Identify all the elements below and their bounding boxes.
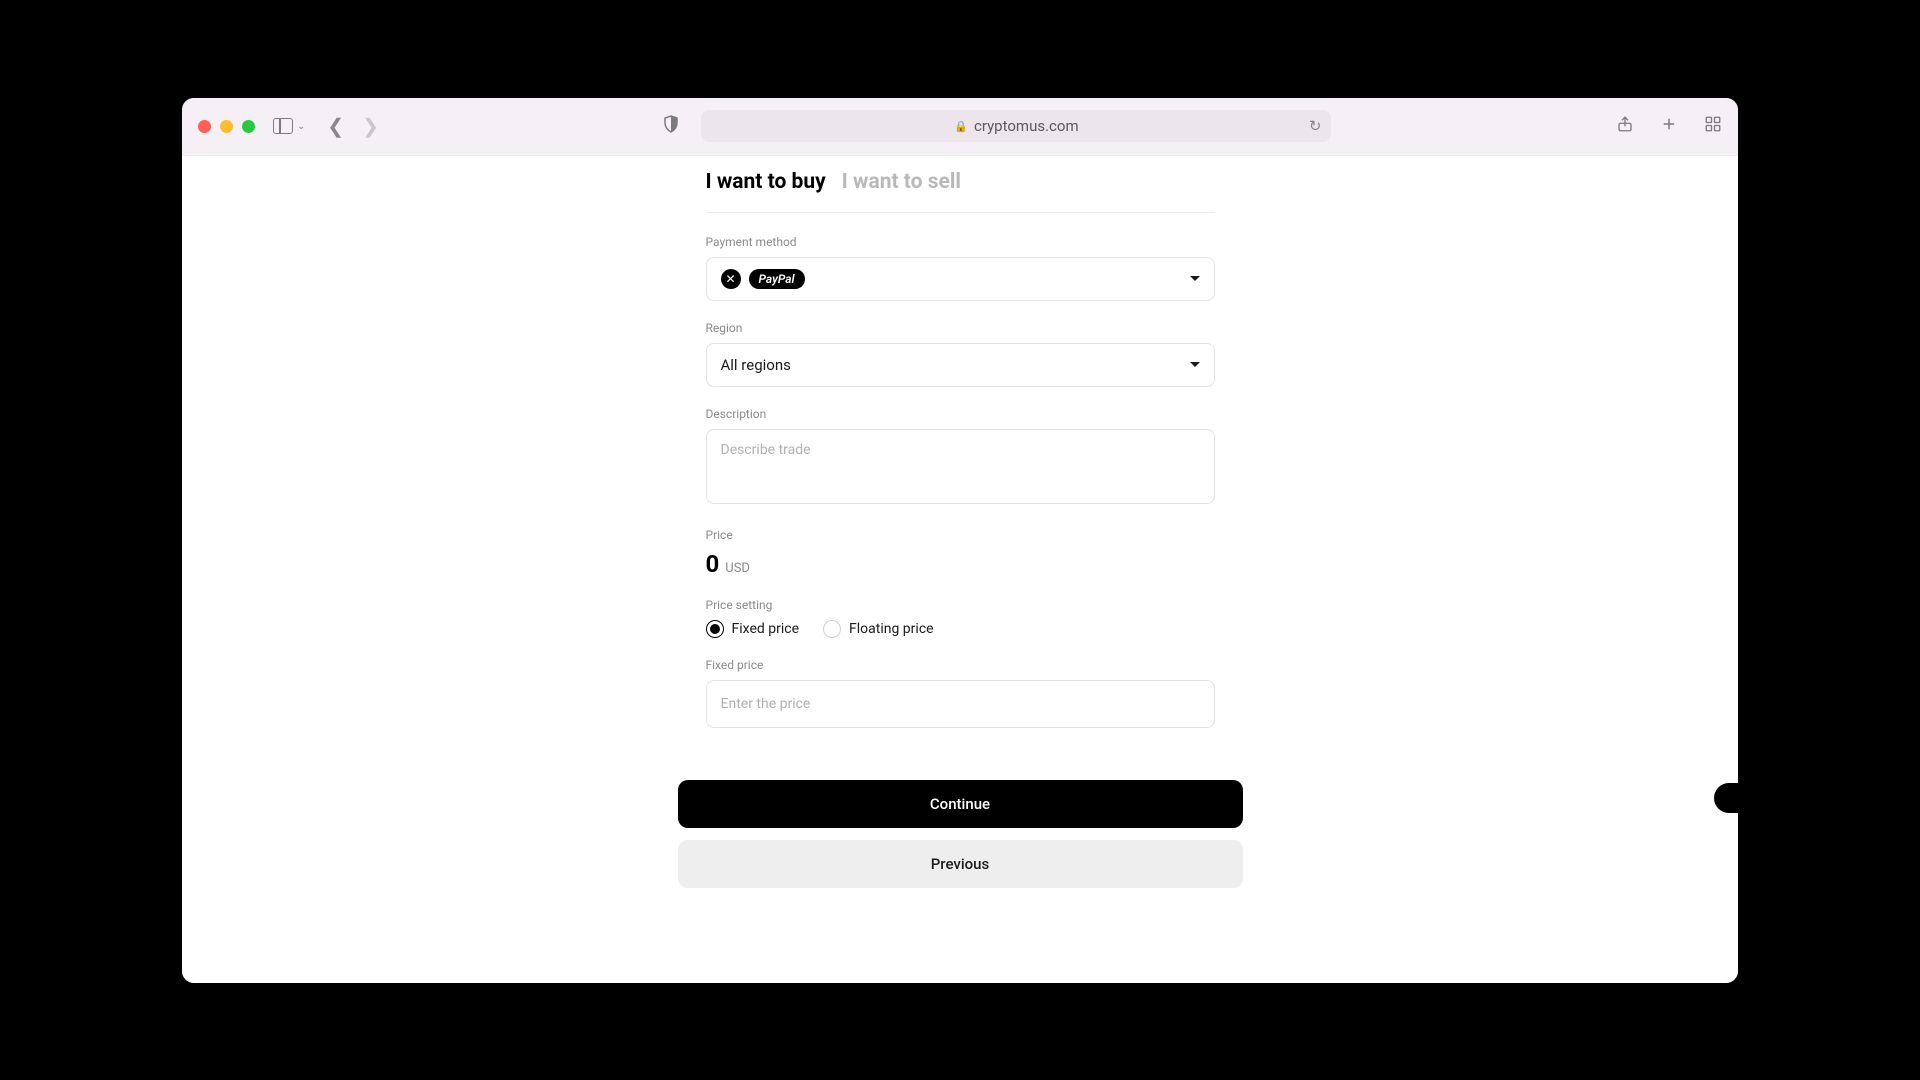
- previous-button[interactable]: Previous: [678, 840, 1243, 888]
- maximize-window-button[interactable]: [242, 120, 255, 133]
- description-field: Description: [706, 407, 1215, 508]
- price-label: Price: [706, 528, 1215, 542]
- tab-sell[interactable]: I want to sell: [842, 170, 961, 194]
- region-value: All regions: [721, 356, 791, 374]
- payment-method-field: Payment method ✕ PayPal: [706, 235, 1215, 301]
- close-window-button[interactable]: [198, 120, 211, 133]
- address-bar[interactable]: 🔒 cryptomus.com ↻: [701, 110, 1331, 142]
- lock-icon: 🔒: [954, 120, 968, 133]
- remove-chip-icon[interactable]: ✕: [721, 269, 741, 289]
- chevron-down-icon: [1190, 362, 1200, 367]
- price-display: 0 USD: [706, 550, 1215, 578]
- price-setting-label: Price setting: [706, 598, 1215, 612]
- price-setting-radios: Fixed price Floating price: [706, 620, 1215, 638]
- nav-arrows: ❮ ❯: [327, 114, 379, 138]
- reload-icon[interactable]: ↻: [1309, 117, 1322, 135]
- price-field: Price 0 USD: [706, 528, 1215, 578]
- browser-window: ⌄ ❮ ❯ 🔒 cryptomus.com ↻: [182, 98, 1738, 983]
- chevron-down-icon: ⌄: [297, 121, 305, 132]
- chevron-down-icon: [1190, 276, 1200, 281]
- sidebar-icon: [273, 118, 293, 134]
- tab-overview-icon[interactable]: [1704, 115, 1722, 138]
- payment-chips: ✕ PayPal: [721, 269, 805, 289]
- price-value: 0: [706, 550, 720, 578]
- region-label: Region: [706, 321, 1215, 335]
- privacy-shield-icon[interactable]: [663, 115, 679, 137]
- payment-method-select[interactable]: ✕ PayPal: [706, 257, 1215, 301]
- forward-button[interactable]: ❯: [362, 114, 379, 138]
- sidebar-toggle[interactable]: ⌄: [273, 118, 305, 134]
- browser-toolbar: ⌄ ❮ ❯ 🔒 cryptomus.com ↻: [182, 98, 1738, 156]
- trade-direction-tabs: I want to buy I want to sell: [706, 156, 1215, 213]
- tab-buy[interactable]: I want to buy: [706, 170, 826, 194]
- new-tab-icon[interactable]: [1660, 115, 1678, 138]
- minimize-window-button[interactable]: [220, 120, 233, 133]
- radio-fixed-label: Fixed price: [732, 621, 800, 637]
- share-icon[interactable]: [1616, 115, 1634, 138]
- region-field: Region All regions: [706, 321, 1215, 387]
- radio-icon: [706, 620, 724, 638]
- price-setting-field: Price setting Fixed price Floating price: [706, 598, 1215, 638]
- toolbar-right: [1616, 115, 1722, 138]
- price-currency: USD: [725, 561, 750, 576]
- payment-method-label: Payment method: [706, 235, 1215, 249]
- description-label: Description: [706, 407, 1215, 421]
- continue-button[interactable]: Continue: [678, 780, 1243, 828]
- chat-widget-icon[interactable]: [1714, 783, 1738, 813]
- radio-icon: [823, 620, 841, 638]
- url-text: cryptomus.com: [974, 117, 1079, 135]
- radio-fixed-price[interactable]: Fixed price: [706, 620, 800, 638]
- radio-floating-price[interactable]: Floating price: [823, 620, 934, 638]
- trade-form: I want to buy I want to sell Payment met…: [678, 156, 1243, 756]
- fixed-price-field: Fixed price: [706, 658, 1215, 728]
- description-input[interactable]: [706, 429, 1215, 504]
- page-content: I want to buy I want to sell Payment met…: [182, 156, 1738, 983]
- window-controls: [198, 120, 255, 133]
- outer-frame: ⌄ ❮ ❯ 🔒 cryptomus.com ↻: [175, 35, 1745, 1045]
- fixed-price-label: Fixed price: [706, 658, 1215, 672]
- region-select[interactable]: All regions: [706, 343, 1215, 387]
- fixed-price-input[interactable]: [706, 680, 1215, 728]
- payment-chip-paypal: PayPal: [749, 269, 805, 289]
- action-buttons: Continue Previous: [678, 780, 1243, 888]
- back-button[interactable]: ❮: [327, 114, 344, 138]
- radio-floating-label: Floating price: [849, 621, 934, 637]
